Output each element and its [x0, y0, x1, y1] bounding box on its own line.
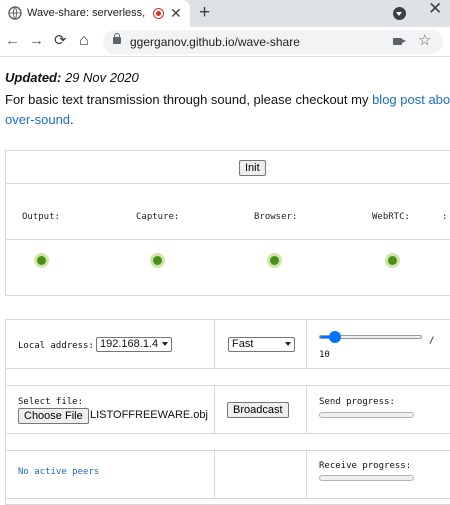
divider	[214, 385, 215, 433]
speed-value: Fast	[232, 338, 254, 350]
status-panel: Init Output: Capture: Browser: WebRTC: :	[5, 150, 450, 296]
updated-date: 29 Nov 2020	[61, 70, 139, 85]
speed-select[interactable]: Fast	[228, 337, 295, 352]
receive-progress-bar	[319, 475, 414, 481]
tab-title: Wave-share: serverless, peer-to-peer	[27, 7, 145, 19]
intro-trailing: .	[70, 112, 74, 127]
globe-icon	[8, 6, 22, 20]
divider	[306, 320, 307, 368]
divider	[214, 450, 215, 498]
volume-value: 10	[319, 350, 330, 360]
send-progress-label: Send progress:	[319, 397, 395, 407]
divider	[6, 498, 450, 499]
local-address-label: Local address:	[18, 341, 94, 351]
back-button[interactable]: ←	[5, 33, 20, 49]
init-button[interactable]: Init	[239, 160, 266, 176]
tab-close-icon[interactable]: ✕	[170, 5, 182, 21]
new-tab-button[interactable]: +	[199, 3, 210, 23]
select-file-label: Select file:	[18, 397, 84, 407]
status-capture-indicator	[150, 253, 165, 268]
lock-icon[interactable]	[113, 33, 121, 44]
camera-icon[interactable]	[393, 38, 402, 45]
divider	[306, 450, 307, 498]
status-webrtc-indicator	[385, 253, 400, 268]
choose-file-button[interactable]: Choose File	[18, 408, 89, 424]
status-extra-label: :	[442, 212, 448, 222]
transfer-panel: Local address: 192.168.1.4 Fast / 10 Sel…	[5, 319, 450, 505]
blog-post-link-cont[interactable]: over-sound	[5, 112, 70, 127]
reload-button[interactable]: ⟳	[54, 33, 67, 49]
tab-search-icon[interactable]	[393, 7, 406, 20]
status-webrtc-label: WebRTC:	[372, 212, 410, 222]
volume-slider[interactable]	[319, 331, 422, 343]
divider	[306, 385, 307, 433]
local-address-value: 192.168.1.4	[100, 338, 159, 350]
selected-file-name: LISTOFFREEWARE.obj	[90, 409, 208, 421]
divider	[6, 385, 450, 386]
browser-toolbar: ← → ⟳ ⌂ ggerganov.github.io/wave-share ☆	[0, 27, 450, 57]
status-browser-label: Browser:	[254, 212, 298, 222]
intro-text: For basic text transmission through soun…	[5, 92, 373, 107]
peers-status: No active peers	[18, 467, 100, 477]
volume-separator: /	[429, 336, 435, 346]
url-text[interactable]: ggerganov.github.io/wave-share	[130, 35, 300, 49]
divider	[6, 368, 450, 369]
updated-line: Updated: 29 Nov 2020	[5, 70, 139, 85]
divider	[214, 320, 215, 368]
updated-label: Updated:	[5, 70, 62, 85]
recording-icon	[153, 8, 164, 19]
home-button[interactable]: ⌂	[79, 33, 89, 49]
chevron-down-icon	[285, 342, 291, 346]
status-output-indicator	[34, 253, 49, 268]
send-progress-bar	[319, 412, 414, 418]
init-row: Init	[6, 151, 450, 184]
local-address-select[interactable]: 192.168.1.4	[96, 337, 172, 352]
tab-strip: Wave-share: serverless, peer-to-peer ✕ +…	[0, 0, 450, 27]
bookmark-star-icon[interactable]: ☆	[418, 32, 431, 50]
forward-button[interactable]: →	[29, 33, 44, 49]
receive-progress-label: Receive progress:	[319, 461, 412, 471]
blog-post-link[interactable]: blog post about	[372, 92, 450, 107]
volume-slider-thumb[interactable]	[329, 331, 341, 343]
status-browser-indicator	[267, 253, 282, 268]
address-bar[interactable]: ggerganov.github.io/wave-share ☆	[103, 30, 443, 54]
status-row: Output: Capture: Browser: WebRTC: :	[6, 184, 450, 240]
status-capture-label: Capture:	[136, 212, 180, 222]
status-output-label: Output:	[22, 212, 60, 222]
broadcast-button[interactable]: Broadcast	[227, 402, 289, 418]
window-close-button[interactable]: ✕	[428, 0, 442, 17]
active-tab[interactable]: Wave-share: serverless, peer-to-peer ✕	[0, 0, 190, 27]
divider	[6, 450, 450, 451]
intro-paragraph: For basic text transmission through soun…	[5, 90, 450, 130]
chevron-down-icon	[162, 342, 168, 346]
divider	[6, 433, 450, 434]
